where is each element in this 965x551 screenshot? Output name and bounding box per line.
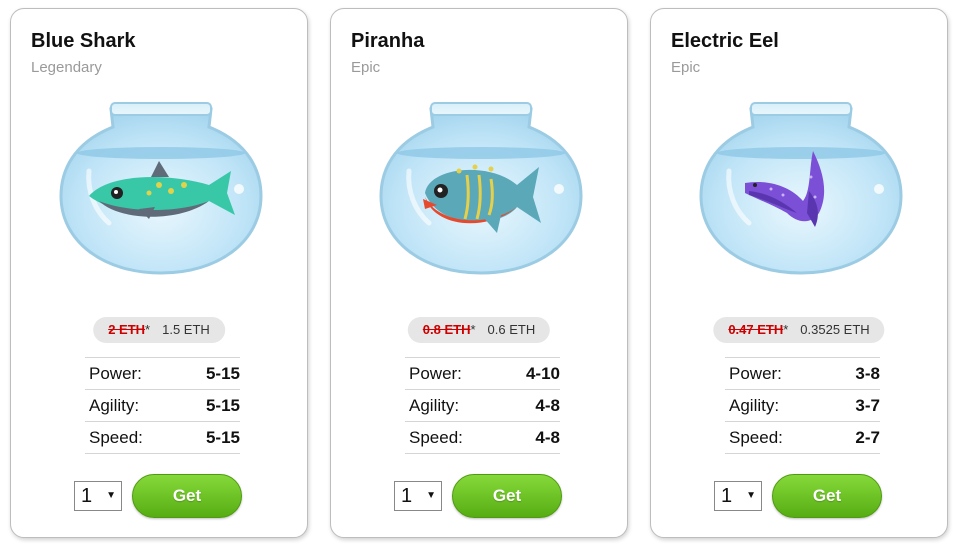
stat-row-agility: Agility: 4-8 xyxy=(405,389,560,422)
stat-value: 3-7 xyxy=(833,389,880,422)
stats-table: Power: 3-8 Agility: 3-7 Speed: 2-7 xyxy=(725,357,880,454)
fishbowl-piranha-image xyxy=(379,102,583,275)
stat-label: Speed: xyxy=(725,421,834,454)
quantity-value: 1 xyxy=(721,485,733,507)
quantity-select[interactable]: 1 ▼ xyxy=(394,481,442,511)
dropdown-arrow-icon: ▼ xyxy=(426,490,436,501)
dropdown-arrow-icon: ▼ xyxy=(746,490,756,501)
stats-table: Power: 4-10 Agility: 4-8 Speed: 4-8 xyxy=(405,357,560,454)
stat-value: 5-15 xyxy=(182,357,240,390)
price-footnote-mark: * xyxy=(470,322,476,337)
stat-value: 4-8 xyxy=(502,389,560,422)
current-price: 1.5 ETH xyxy=(162,322,210,337)
quantity-value: 1 xyxy=(81,485,93,507)
stat-row-speed: Speed: 2-7 xyxy=(725,421,880,454)
price-tag: 0.47 ETH* 0.3525 ETH xyxy=(713,317,885,343)
fish-card-piranha: Piranha Epic 0.8 ETH* 0.6 ETH Power: 4-10 … xyxy=(330,8,628,538)
stat-row-speed: Speed: 5-15 xyxy=(85,421,240,454)
stat-row-agility: Agility: 5-15 xyxy=(85,389,240,422)
get-button[interactable]: Get xyxy=(452,474,562,518)
stat-label: Speed: xyxy=(85,421,183,454)
stat-label: Agility: xyxy=(405,389,503,422)
fishbowl-shark-image xyxy=(59,102,263,275)
fish-rarity: Epic xyxy=(671,59,701,76)
fish-rarity: Epic xyxy=(351,59,381,76)
get-button[interactable]: Get xyxy=(132,474,242,518)
fish-name: Blue Shark xyxy=(31,30,136,52)
stat-value: 2-7 xyxy=(833,421,880,454)
fish-name: Electric Eel xyxy=(671,30,779,52)
get-button[interactable]: Get xyxy=(772,474,882,518)
price-tag: 0.8 ETH* 0.6 ETH xyxy=(407,317,551,343)
fishbowl-eel-image xyxy=(699,102,903,275)
quantity-select[interactable]: 1 ▼ xyxy=(74,481,122,511)
stat-label: Speed: xyxy=(405,421,503,454)
quantity-value: 1 xyxy=(401,485,413,507)
stat-row-power: Power: 4-10 xyxy=(405,357,560,390)
old-price: 2 ETH xyxy=(108,322,146,337)
old-price: 0.8 ETH xyxy=(422,322,471,337)
stat-row-power: Power: 5-15 xyxy=(85,357,240,390)
stat-row-agility: Agility: 3-7 xyxy=(725,389,880,422)
fish-card-blue-shark: Blue Shark Legendary 2 ETH* 1.5 ETH Power… xyxy=(10,8,308,538)
stat-label: Agility: xyxy=(85,389,183,422)
stat-label: Power: xyxy=(405,357,503,390)
price-tag: 2 ETH* 1.5 ETH xyxy=(93,317,225,343)
stat-label: Power: xyxy=(725,357,834,390)
current-price: 0.6 ETH xyxy=(487,322,536,337)
stat-row-power: Power: 3-8 xyxy=(725,357,880,390)
stat-label: Power: xyxy=(85,357,183,390)
stat-value: 3-8 xyxy=(833,357,880,390)
fish-rarity: Legendary xyxy=(31,59,102,76)
old-price: 0.47 ETH xyxy=(728,322,784,337)
price-footnote-mark: * xyxy=(783,322,789,337)
stat-value: 4-10 xyxy=(502,357,560,390)
fish-card-electric-eel: Electric Eel Epic 0.47 ETH* 0.3525 ETH Po… xyxy=(650,8,948,538)
price-footnote-mark: * xyxy=(145,322,151,337)
quantity-select[interactable]: 1 ▼ xyxy=(714,481,762,511)
stat-row-speed: Speed: 4-8 xyxy=(405,421,560,454)
stat-value: 5-15 xyxy=(182,389,240,422)
dropdown-arrow-icon: ▼ xyxy=(106,490,116,501)
stats-table: Power: 5-15 Agility: 5-15 Speed: 5-15 xyxy=(85,357,240,454)
stat-value: 5-15 xyxy=(182,421,240,454)
fish-name: Piranha xyxy=(351,30,425,52)
stat-label: Agility: xyxy=(725,389,834,422)
stat-value: 4-8 xyxy=(502,421,560,454)
current-price: 0.3525 ETH xyxy=(800,322,870,337)
